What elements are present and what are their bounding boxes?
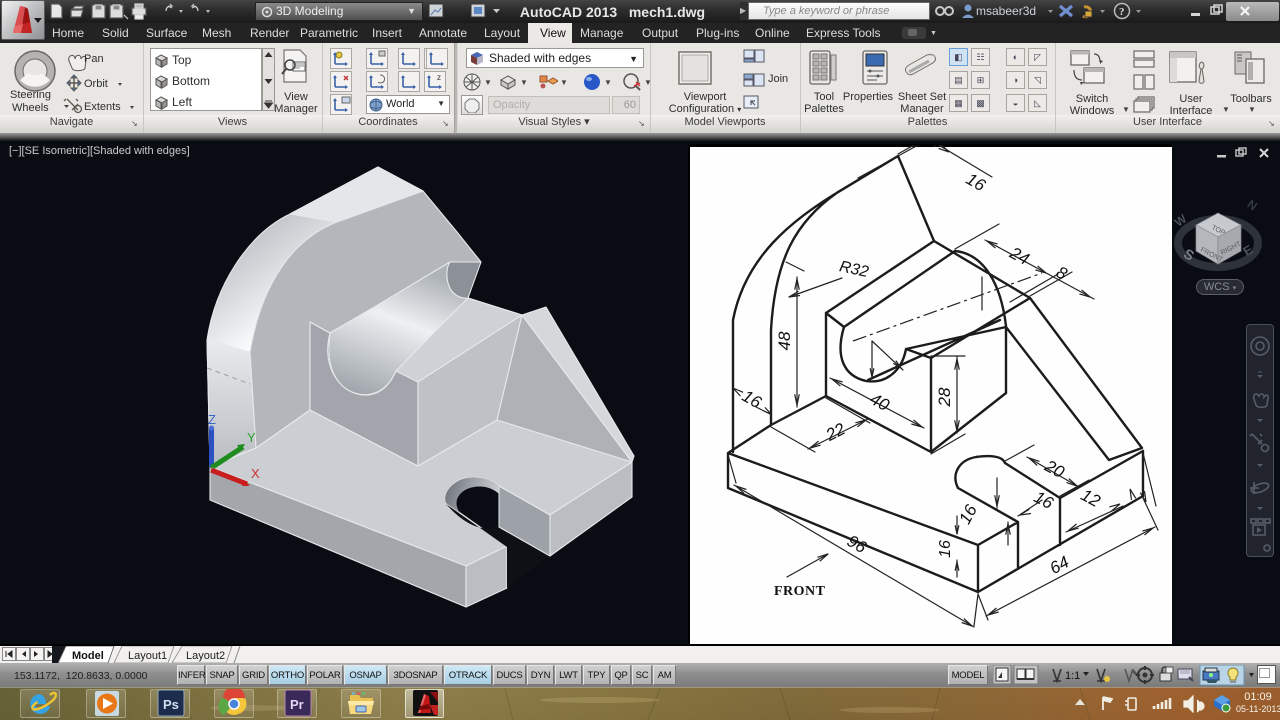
svg-text:R32: R32 [838,258,870,281]
svg-text:28: 28 [935,387,954,407]
svg-text:Pan: Pan [84,53,104,65]
svg-text:Layout1: Layout1 [128,650,167,662]
svg-text:Ps: Ps [163,697,179,712]
svg-text:?: ? [1119,6,1125,18]
svg-text:N: N [1245,197,1260,213]
svg-text:16: 16 [1031,487,1057,513]
svg-text:64: 64 [1047,552,1073,578]
svg-text:16: 16 [937,540,954,558]
svg-text:Wheels: Wheels [12,102,49,114]
svg-text:16: 16 [739,386,765,412]
svg-text:Y: Y [247,430,256,445]
svg-text:Pr: Pr [290,697,304,712]
svg-text:40: 40 [867,389,893,415]
svg-text:msabeer3d: msabeer3d [976,4,1036,18]
svg-text:12: 12 [1078,485,1104,511]
svg-text:Extents: Extents [84,101,121,113]
svg-text:22: 22 [822,419,849,445]
svg-text:FRONT: FRONT [774,584,826,599]
svg-text:16: 16 [955,501,981,527]
svg-text:Orbit: Orbit [84,78,108,90]
svg-text:X: X [251,466,260,481]
svg-text:Steering: Steering [10,89,51,101]
svg-text:24: 24 [1006,243,1033,269]
svg-text:Layout2: Layout2 [186,650,225,662]
svg-text:48: 48 [775,331,794,350]
svg-text:z: z [437,73,441,82]
svg-text:96: 96 [844,531,870,557]
svg-text:Z: Z [208,412,216,427]
svg-text:1:1: 1:1 [1065,670,1080,682]
svg-text:Model: Model [72,650,104,662]
